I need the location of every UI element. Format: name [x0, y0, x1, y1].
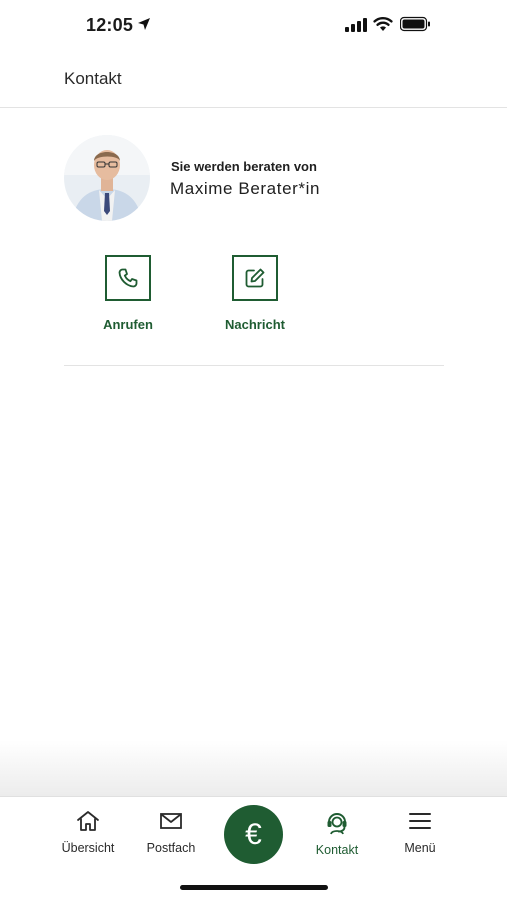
- message-button[interactable]: Nachricht: [200, 255, 310, 345]
- message-label: Nachricht: [225, 317, 285, 332]
- divider: [64, 365, 444, 366]
- euro-button[interactable]: €: [224, 805, 283, 864]
- home-indicator[interactable]: [180, 885, 328, 890]
- call-label: Anrufen: [103, 317, 153, 332]
- advisor-name: Maxime Berater*in: [170, 179, 321, 198]
- tab-postfach-label: Postfach: [146, 841, 196, 855]
- euro-icon: €: [245, 817, 262, 851]
- home-icon: [77, 811, 99, 831]
- tab-menu-label: Menü: [404, 841, 436, 855]
- battery-icon: [400, 16, 430, 32]
- header: Kontakt: [0, 58, 507, 108]
- tab-overview[interactable]: Übersicht: [48, 809, 128, 855]
- tab-menu[interactable]: Menü: [380, 809, 460, 855]
- status-time: 12:05: [86, 15, 134, 35]
- advisor-label: Sie werden beraten von: [171, 159, 317, 174]
- status-bar: 12:05: [0, 0, 507, 50]
- phone-icon: [105, 255, 151, 301]
- headset-icon: [327, 813, 347, 835]
- advisor-avatar: [64, 135, 150, 221]
- tab-postfach[interactable]: Postfach: [131, 809, 211, 855]
- wifi-icon: [373, 17, 393, 31]
- tab-overview-label: Übersicht: [61, 841, 115, 855]
- edit-icon: [232, 255, 278, 301]
- bottom-fade: [0, 740, 507, 796]
- tab-kontakt[interactable]: Kontakt: [297, 809, 377, 857]
- page-title: Kontakt: [64, 69, 122, 88]
- mail-icon: [160, 813, 182, 829]
- call-button[interactable]: Anrufen: [73, 255, 183, 345]
- menu-icon: [409, 813, 431, 829]
- signal-icon: [345, 18, 367, 32]
- location-arrow-icon: [138, 18, 150, 30]
- tab-kontakt-label: Kontakt: [315, 843, 359, 857]
